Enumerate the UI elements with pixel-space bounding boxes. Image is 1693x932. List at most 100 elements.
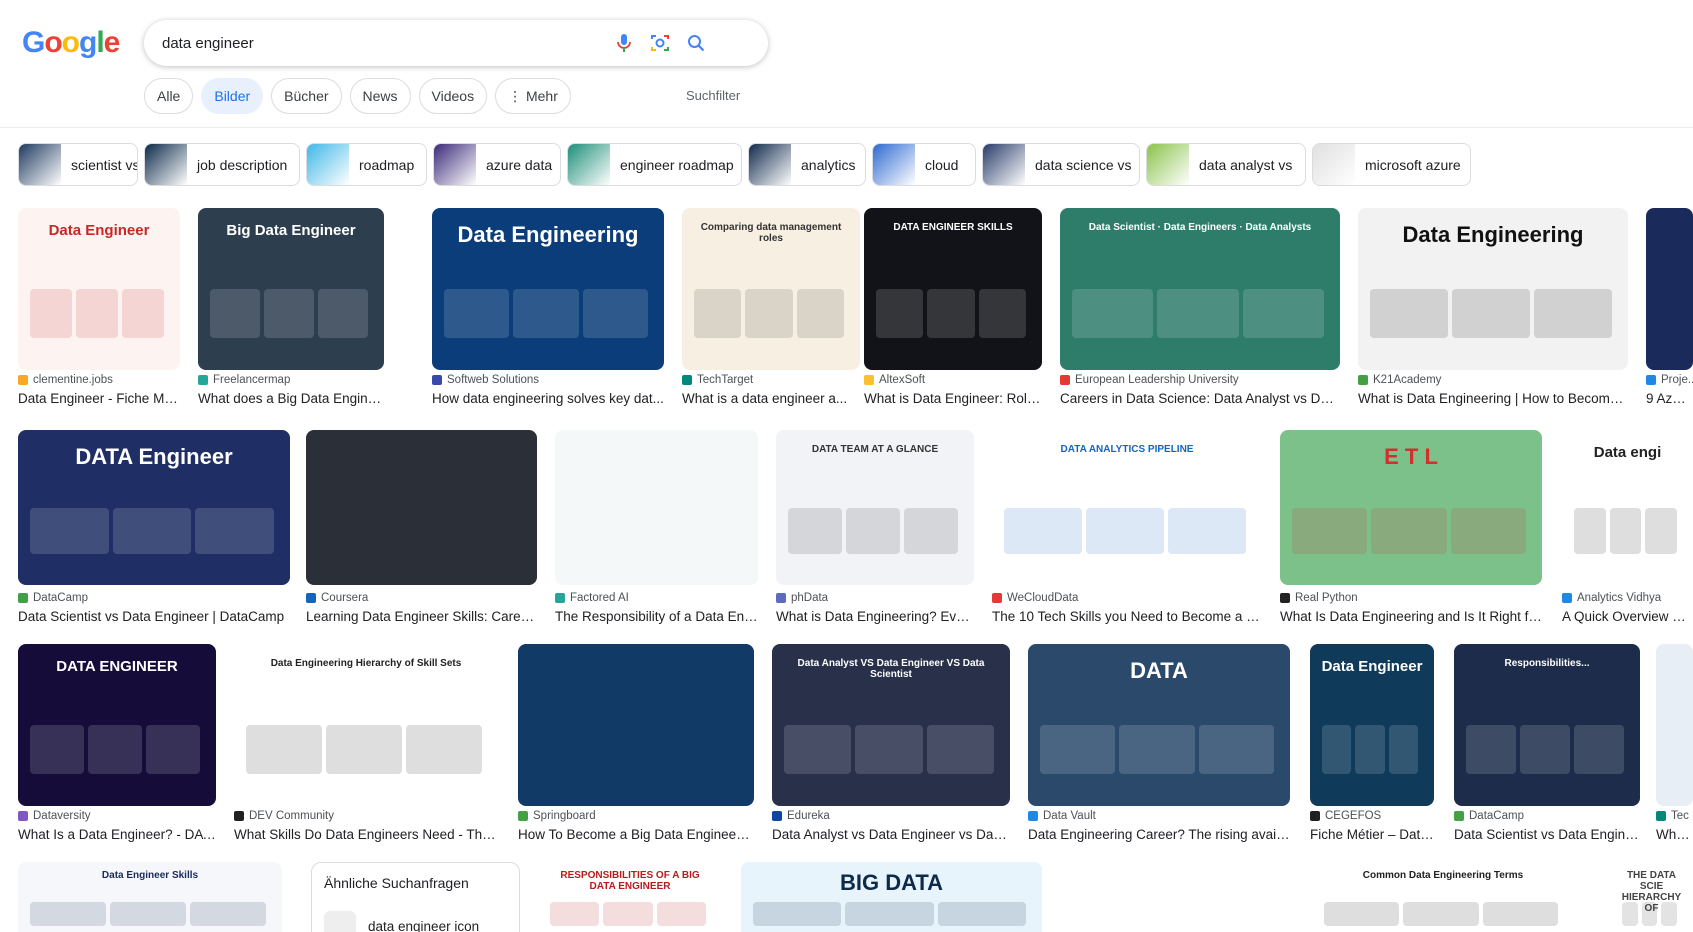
image-result-card[interactable]: DATA ENGINEER SKILLS AltexSoft What is Dat… <box>864 208 1042 411</box>
google-logo[interactable]: Google <box>22 26 120 60</box>
result-caption[interactable]: Data Analyst vs Data Engineer vs Data... <box>772 827 1010 842</box>
image-thumbnail[interactable]: DATA <box>1028 644 1290 806</box>
image-thumbnail[interactable]: Data Engineering <box>1358 208 1628 370</box>
image-result-card[interactable]: Data Engineer clementine.jobs Data Enginee… <box>18 208 180 411</box>
image-result-card[interactable] <box>1071 862 1298 932</box>
result-caption[interactable]: How To Become a Big Data Engineer: ... <box>518 827 754 842</box>
image-thumbnail[interactable]: E T L <box>1280 430 1542 585</box>
result-caption[interactable]: What does a Big Data Engineer do... <box>198 391 384 406</box>
image-result-card[interactable]: THE DATA SCIE HIERARCHY OF <box>1610 862 1693 932</box>
image-result-card[interactable]: DATA Engineer DataCamp Data Scientist vs D… <box>18 430 290 629</box>
image-thumbnail[interactable]: THE DATA SCIE HIERARCHY OF <box>1610 862 1693 932</box>
result-caption[interactable]: What is Data Engineering? Ever... <box>776 609 974 624</box>
image-result-card[interactable]: Springboard How To Become a Big Data Engi… <box>518 644 754 847</box>
result-source[interactable]: Proje... <box>1646 374 1693 386</box>
tab-alle[interactable]: Alle <box>144 78 194 114</box>
image-thumbnail[interactable] <box>1071 862 1298 932</box>
image-result-card[interactable]: Data engi Analytics Vidhya A Quick Overvie… <box>1562 430 1693 629</box>
image-thumbnail[interactable]: BIG DATA <box>741 862 1042 932</box>
image-thumbnail[interactable]: DATA ANALYTICS PIPELINE <box>992 430 1262 585</box>
result-caption[interactable]: What is a data engineer a... <box>682 391 860 406</box>
result-caption[interactable]: Data Scientist vs Data Engine... <box>1454 827 1640 842</box>
image-result-card[interactable]: Tec What... <box>1656 644 1693 847</box>
result-caption[interactable]: What Is a Data Engineer? - DAT... <box>18 827 216 842</box>
result-caption[interactable]: What is Data Engineering | How to Become… <box>1358 391 1628 406</box>
result-caption[interactable]: How data engineering solves key dat... <box>432 391 664 406</box>
search-input[interactable] <box>162 34 642 52</box>
image-thumbnail[interactable]: Data Engineering Hierarchy of Skill Sets <box>234 644 498 806</box>
image-result-card[interactable]: Data Engineer CEGEFOS Fiche Métier – Data.… <box>1310 644 1434 847</box>
result-caption[interactable]: What Skills Do Data Engineers Need - The… <box>234 827 498 842</box>
image-thumbnail[interactable]: Comparing data management roles <box>682 208 860 370</box>
result-source[interactable]: DataCamp <box>18 592 290 604</box>
image-thumbnail[interactable]: DATA Engineer <box>18 430 290 585</box>
image-thumbnail[interactable]: Data Engineer <box>1310 644 1434 806</box>
result-source[interactable]: TechTarget <box>682 374 860 386</box>
image-result-card[interactable]: Factored AI The Responsibility of a Data … <box>555 430 758 629</box>
image-thumbnail[interactable] <box>518 644 754 806</box>
result-source[interactable]: WeCloudData <box>992 592 1262 604</box>
related-chip[interactable]: analytics <box>748 143 866 186</box>
result-source[interactable]: K21Academy <box>1358 374 1628 386</box>
image-thumbnail[interactable]: Data Analyst VS Data Engineer VS Data Sc… <box>772 644 1010 806</box>
result-caption[interactable]: 9 Azure... <box>1646 391 1693 406</box>
related-chip[interactable]: engineer roadmap <box>567 143 742 186</box>
image-thumbnail[interactable]: Data engi <box>1562 430 1693 585</box>
tab-news[interactable]: News <box>349 78 411 114</box>
result-source[interactable]: Analytics Vidhya <box>1562 592 1693 604</box>
search-filter-link[interactable]: Suchfilter <box>686 88 740 103</box>
result-caption[interactable]: The Responsibility of a Data Eng... <box>555 609 758 624</box>
result-caption[interactable]: Learning Data Engineer Skills: Career... <box>306 609 537 624</box>
image-result-card[interactable]: Coursera Learning Data Engineer Skills: C… <box>306 430 537 629</box>
result-source[interactable]: phData <box>776 592 974 604</box>
result-caption[interactable]: A Quick Overview of D... <box>1562 609 1693 624</box>
result-source[interactable]: CEGEFOS <box>1310 810 1434 822</box>
image-result-card[interactable]: Data Engineer Skills <box>18 862 282 932</box>
result-caption[interactable]: Data Engineer - Fiche Mé... <box>18 391 180 406</box>
result-source[interactable]: DataCamp <box>1454 810 1640 822</box>
image-thumbnail[interactable]: Data Engineer Skills <box>18 862 282 932</box>
result-source[interactable]: Dataversity <box>18 810 216 822</box>
related-search-item[interactable]: data engineer icon <box>368 919 479 932</box>
image-result-card[interactable]: Data Engineering K21Academy What is Data E… <box>1358 208 1628 411</box>
result-source[interactable]: Real Python <box>1280 592 1542 604</box>
image-result-card[interactable]: Data Analyst VS Data Engineer VS Data Sc… <box>772 644 1010 847</box>
image-result-card[interactable]: Data Engineering Hierarchy of Skill Sets… <box>234 644 498 847</box>
related-chip[interactable]: azure data <box>433 143 561 186</box>
image-thumbnail[interactable]: Big Data Engineer <box>198 208 384 370</box>
image-result-card[interactable]: E T L Real Python What Is Data Engineering… <box>1280 430 1542 629</box>
related-chip[interactable]: scientist vs <box>18 143 138 186</box>
lens-camera-icon[interactable] <box>648 31 672 55</box>
tab-videos[interactable]: Videos <box>418 78 488 114</box>
result-caption[interactable]: What... <box>1656 827 1693 842</box>
image-result-card[interactable]: Responsibilities... DataCamp Data Scientis… <box>1454 644 1640 847</box>
tab-buecher[interactable]: Bücher <box>271 78 342 114</box>
result-source[interactable]: AltexSoft <box>864 374 1042 386</box>
result-source[interactable]: Springboard <box>518 810 754 822</box>
microphone-icon[interactable] <box>612 31 636 55</box>
image-thumbnail[interactable]: Responsibilities... <box>1454 644 1640 806</box>
result-source[interactable]: Edureka <box>772 810 1010 822</box>
result-source[interactable]: Data Vault <box>1028 810 1290 822</box>
result-caption[interactable]: Careers in Data Science: Data Analyst vs… <box>1060 391 1340 406</box>
related-chip[interactable]: data science vs <box>982 143 1140 186</box>
image-thumbnail[interactable]: RESPONSIBILITIES OF A BIG DATA ENGINEER <box>538 862 722 932</box>
related-searches-box[interactable]: Ähnliche Suchanfragen data engineer icon <box>311 862 520 932</box>
result-source[interactable]: Softweb Solutions <box>432 374 664 386</box>
result-caption[interactable]: The 10 Tech Skills you Need to Become a … <box>992 609 1262 624</box>
result-caption[interactable]: Data Engineering Career? The rising avai… <box>1028 827 1290 842</box>
result-caption[interactable]: Fiche Métier – Data... <box>1310 827 1434 842</box>
image-thumbnail[interactable]: DATA ENGINEER <box>18 644 216 806</box>
image-thumbnail[interactable]: DATA TEAM AT A GLANCE <box>776 430 974 585</box>
result-source[interactable]: Tec <box>1656 810 1693 822</box>
image-result-card[interactable]: DATA Data Vault Data Engineering Career? T… <box>1028 644 1290 847</box>
result-source[interactable]: Coursera <box>306 592 537 604</box>
image-result-card[interactable]: DATA TEAM AT A GLANCE phData What is Data … <box>776 430 974 629</box>
image-thumbnail[interactable] <box>306 430 537 585</box>
result-source[interactable]: DEV Community <box>234 810 498 822</box>
image-thumbnail[interactable]: Data Engineering <box>432 208 664 370</box>
image-result-card[interactable]: Big Data Engineer Freelancermap What does … <box>198 208 384 411</box>
image-thumbnail[interactable]: Data Scientist · Data Engineers · Data A… <box>1060 208 1340 370</box>
related-chip[interactable]: data analyst vs <box>1146 143 1306 186</box>
search-icon[interactable] <box>684 31 708 55</box>
